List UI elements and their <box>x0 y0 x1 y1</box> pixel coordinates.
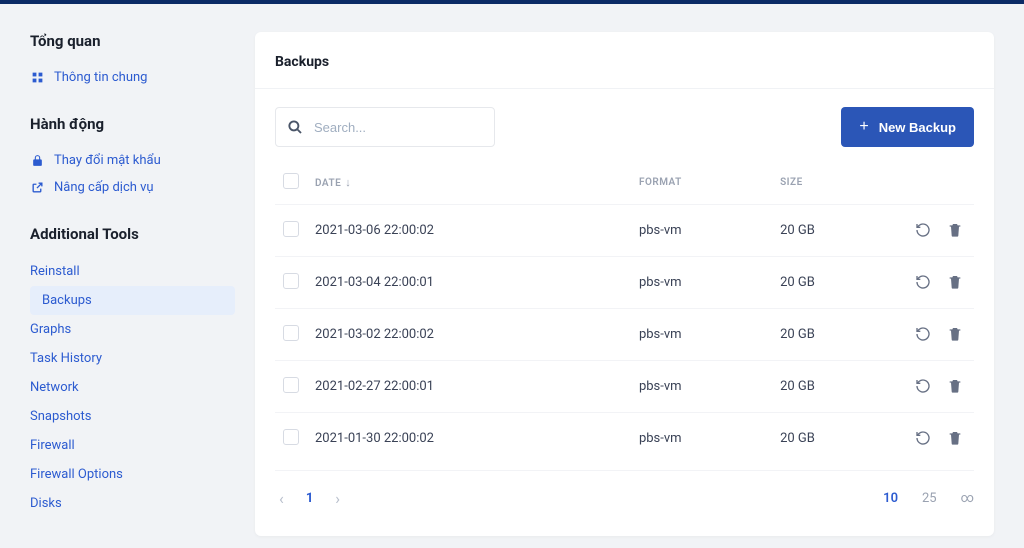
restore-icon[interactable] <box>912 323 934 345</box>
row-checkbox[interactable] <box>283 221 299 237</box>
cell-size: 20 GB <box>772 205 894 257</box>
new-backup-button[interactable]: + New Backup <box>841 107 974 147</box>
sidebar-item-firewall[interactable]: Firewall <box>30 431 255 460</box>
cell-format: pbs-vm <box>631 205 772 257</box>
cell-size: 20 GB <box>772 257 894 309</box>
per-page-all[interactable]: ∞ <box>961 491 974 506</box>
row-checkbox[interactable] <box>283 273 299 289</box>
search-icon <box>286 117 304 137</box>
cell-size: 20 GB <box>772 413 894 465</box>
cell-format: pbs-vm <box>631 413 772 465</box>
cell-format: pbs-vm <box>631 309 772 361</box>
cell-date: 2021-02-27 22:00:01 <box>307 361 631 413</box>
external-link-icon <box>30 181 44 195</box>
col-header-size: SIZE <box>772 161 894 205</box>
select-all-checkbox[interactable] <box>283 173 299 189</box>
main-area: Backups + New Backup <box>255 4 1024 548</box>
col-header-format: FORMAT <box>631 161 772 205</box>
sidebar-item-label: Thông tin chung <box>54 70 147 85</box>
cell-format: pbs-vm <box>631 257 772 309</box>
col-header-date[interactable]: DATE↓ <box>307 161 631 205</box>
row-checkbox[interactable] <box>283 429 299 445</box>
cell-format: pbs-vm <box>631 361 772 413</box>
table-row: 2021-02-27 22:00:01pbs-vm20 GB <box>275 361 974 413</box>
table-row: 2021-03-06 22:00:02pbs-vm20 GB <box>275 205 974 257</box>
sidebar-item-backups[interactable]: Backups <box>30 286 235 315</box>
search-input[interactable] <box>314 120 484 135</box>
sidebar-item-general-info[interactable]: Thông tin chung <box>30 64 255 91</box>
row-checkbox[interactable] <box>283 377 299 393</box>
sidebar-item-task-history[interactable]: Task History <box>30 344 255 373</box>
sidebar-section-actions: Hành động <box>30 115 255 133</box>
sidebar-item-disks[interactable]: Disks <box>30 489 255 518</box>
trash-icon[interactable] <box>944 323 966 345</box>
button-label: New Backup <box>879 120 956 135</box>
page-number[interactable]: 1 <box>306 491 313 506</box>
per-page-10[interactable]: 10 <box>883 491 898 506</box>
cell-size: 20 GB <box>772 361 894 413</box>
sidebar-item-snapshots[interactable]: Snapshots <box>30 402 255 431</box>
table-row: 2021-03-02 22:00:02pbs-vm20 GB <box>275 309 974 361</box>
page-next[interactable]: › <box>331 489 344 508</box>
cell-date: 2021-03-04 22:00:01 <box>307 257 631 309</box>
page-prev[interactable]: ‹ <box>275 489 288 508</box>
trash-icon[interactable] <box>944 375 966 397</box>
page-title: Backups <box>255 32 994 89</box>
per-page-25[interactable]: 25 <box>922 491 937 506</box>
sidebar-section-tools: Additional Tools <box>30 225 255 243</box>
sidebar-item-change-password[interactable]: Thay đổi mật khẩu <box>30 147 255 174</box>
cell-date: 2021-03-02 22:00:02 <box>307 309 631 361</box>
sidebar-item-reinstall[interactable]: Reinstall <box>30 257 255 286</box>
search-input-wrap[interactable] <box>275 107 495 147</box>
table-row: 2021-03-04 22:00:01pbs-vm20 GB <box>275 257 974 309</box>
dashboard-icon <box>30 71 44 85</box>
lock-icon <box>30 154 44 168</box>
trash-icon[interactable] <box>944 427 966 449</box>
restore-icon[interactable] <box>912 427 934 449</box>
sidebar: Tổng quan Thông tin chung Hành động Thay… <box>0 4 255 548</box>
sidebar-item-label: Thay đổi mật khẩu <box>54 153 161 168</box>
backups-table: DATE↓ FORMAT SIZE 2021-03-06 22:00:02pbs… <box>275 161 974 464</box>
restore-icon[interactable] <box>912 271 934 293</box>
cell-size: 20 GB <box>772 309 894 361</box>
sort-desc-icon: ↓ <box>345 176 351 189</box>
sidebar-item-network[interactable]: Network <box>30 373 255 402</box>
sidebar-item-label: Nâng cấp dịch vụ <box>54 180 154 195</box>
sidebar-section-overview: Tổng quan <box>30 32 255 50</box>
row-checkbox[interactable] <box>283 325 299 341</box>
sidebar-item-graphs[interactable]: Graphs <box>30 315 255 344</box>
trash-icon[interactable] <box>944 219 966 241</box>
cell-date: 2021-03-06 22:00:02 <box>307 205 631 257</box>
restore-icon[interactable] <box>912 375 934 397</box>
trash-icon[interactable] <box>944 271 966 293</box>
sidebar-item-upgrade[interactable]: Nâng cấp dịch vụ <box>30 174 255 201</box>
backups-card: Backups + New Backup <box>255 32 994 536</box>
sidebar-item-firewall-options[interactable]: Firewall Options <box>30 460 255 489</box>
restore-icon[interactable] <box>912 219 934 241</box>
cell-date: 2021-01-30 22:00:02 <box>307 413 631 465</box>
plus-icon: + <box>859 118 868 136</box>
pagination: ‹ 1 › 10 25 ∞ <box>275 470 974 530</box>
table-row: 2021-01-30 22:00:02pbs-vm20 GB <box>275 413 974 465</box>
